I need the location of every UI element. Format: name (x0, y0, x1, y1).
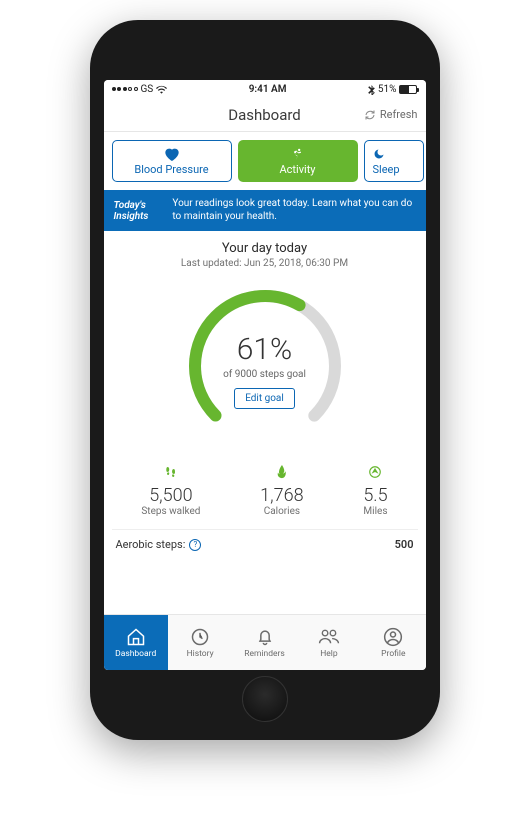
calories-value: 1,768 (260, 485, 303, 506)
bottom-nav: Dashboard History Reminders Help (104, 614, 426, 670)
nav-help[interactable]: Help (297, 615, 361, 670)
tab-activity[interactable]: Activity (238, 140, 358, 182)
running-icon (291, 147, 305, 161)
metric-calories: 1,768 Calories (260, 465, 303, 517)
people-icon (318, 627, 340, 647)
clock-icon (190, 627, 210, 647)
nav-label: Help (320, 649, 337, 659)
aerobic-row: Aerobic steps: ? 500 (112, 529, 418, 557)
carrier-label: GS (141, 84, 154, 95)
nav-reminders[interactable]: Reminders (232, 615, 296, 670)
aerobic-value: 500 (395, 538, 414, 551)
nav-label: Dashboard (115, 649, 156, 659)
profile-icon (383, 627, 403, 647)
nav-history[interactable]: History (168, 615, 232, 670)
tab-label: Blood Pressure (134, 163, 208, 176)
battery-percent: 51% (378, 84, 397, 95)
miles-label: Miles (363, 506, 387, 517)
insights-label: Today's Insights (114, 200, 163, 222)
nav-label: Profile (381, 649, 405, 659)
metrics-row: 5,500 Steps walked 1,768 Calories 5.5 Mi… (104, 455, 426, 525)
edit-goal-button[interactable]: Edit goal (234, 388, 295, 409)
page-title: Dashboard (228, 106, 301, 124)
metric-miles: 5.5 Miles (363, 465, 387, 517)
nav-label: History (187, 649, 214, 659)
heart-icon (164, 147, 180, 161)
home-icon (126, 627, 146, 647)
day-summary: Your day today Last updated: Jun 25, 201… (104, 231, 426, 273)
insights-banner[interactable]: Today's Insights Your readings look grea… (104, 190, 426, 231)
wifi-icon (156, 85, 167, 94)
steps-value: 5,500 (141, 485, 200, 506)
phone-frame: GS 9:41 AM 51% Dashboard Refresh Bl (90, 20, 440, 740)
progress-gauge: 61% of 9000 steps goal Edit goal (180, 281, 350, 451)
progress-gauge-wrap: 61% of 9000 steps goal Edit goal (104, 273, 426, 455)
tab-label: Sleep (373, 163, 400, 176)
category-tabs: Blood Pressure Activity Sleep (104, 132, 426, 190)
steps-label: Steps walked (141, 506, 200, 517)
gauge-goal-text: of 9000 steps goal (223, 369, 306, 380)
nav-label: Reminders (244, 649, 285, 659)
signal-icon (112, 87, 138, 91)
metric-steps: 5,500 Steps walked (141, 465, 200, 517)
aerobic-label: Aerobic steps: (116, 538, 186, 551)
moon-icon (373, 147, 385, 161)
flame-icon (260, 465, 303, 481)
calories-label: Calories (260, 506, 303, 517)
nav-profile[interactable]: Profile (361, 615, 425, 670)
header: Dashboard Refresh (104, 98, 426, 132)
tab-label: Activity (279, 163, 315, 176)
refresh-label: Refresh (380, 108, 418, 121)
day-title: Your day today (104, 241, 426, 256)
nav-dashboard[interactable]: Dashboard (104, 615, 168, 670)
refresh-button[interactable]: Refresh (364, 108, 418, 121)
insights-text: Your readings look great today. Learn wh… (172, 198, 415, 223)
battery-icon (399, 85, 417, 94)
last-updated: Last updated: Jun 25, 2018, 06:30 PM (104, 258, 426, 269)
miles-value: 5.5 (363, 485, 387, 506)
location-icon (363, 465, 387, 481)
bell-icon (255, 627, 275, 647)
bluetooth-icon (368, 84, 375, 95)
screen: GS 9:41 AM 51% Dashboard Refresh Bl (104, 80, 426, 670)
gauge-percent: 61% (223, 332, 306, 367)
footsteps-icon (141, 465, 200, 481)
status-time: 9:41 AM (249, 84, 287, 95)
tab-sleep[interactable]: Sleep (364, 140, 424, 182)
refresh-icon (364, 109, 376, 121)
tab-blood-pressure[interactable]: Blood Pressure (112, 140, 232, 182)
status-bar: GS 9:41 AM 51% (104, 80, 426, 98)
info-icon[interactable]: ? (189, 539, 201, 551)
